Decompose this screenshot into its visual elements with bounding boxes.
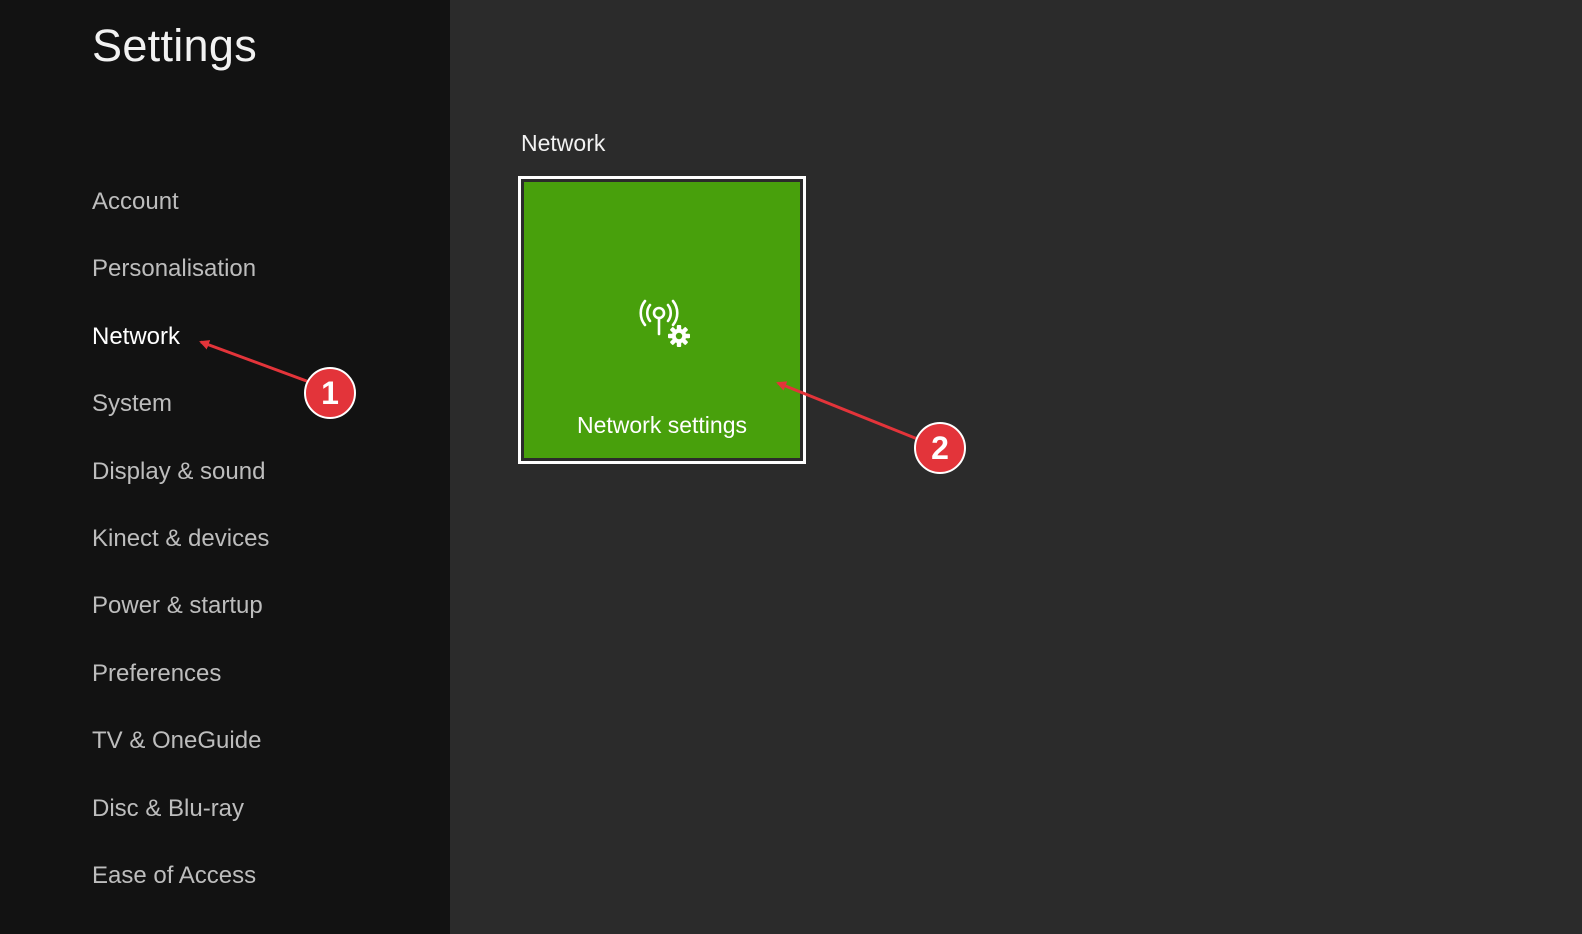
arrow-2 — [776, 381, 921, 442]
annotation-arrows — [199, 340, 921, 442]
callout-badge-2: 2 — [914, 422, 966, 474]
arrow-1 — [199, 340, 313, 385]
callout-badge-1: 1 — [304, 367, 356, 419]
